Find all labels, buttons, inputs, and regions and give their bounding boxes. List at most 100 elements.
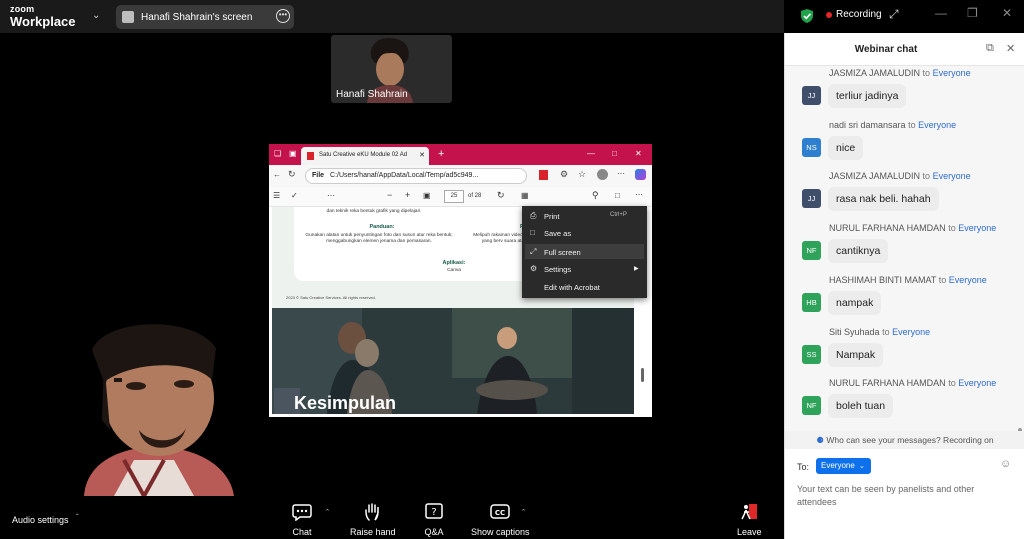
chat-button[interactable]: Chat [292,503,312,537]
audio-caret-icon[interactable]: ˆ [76,513,79,522]
message-bubble[interactable]: Nampak [828,342,884,367]
extensions-icon[interactable]: ⚙ [560,169,568,180]
menu-item-edit-acrobat[interactable]: Edit with Acrobat [544,283,600,292]
more-tools-icon[interactable]: ⋯ [327,191,335,200]
chevron-down-icon[interactable]: ⌄ [92,10,100,21]
chat-composer: To: Everyone ⌄ ☺ Your text can be seen b… [785,449,1024,539]
browser-tab[interactable]: Satu Creative eKU Module 02 Ad ✕ [301,147,429,165]
favorites-icon[interactable]: ☆ [578,169,586,180]
chat-message: JASMIZA JAMALUDIN to Everyone JJ terliur j… [785,68,1024,124]
browser-close-icon[interactable]: ✕ [635,149,642,158]
sender-name: nadi sri damansara [829,119,906,130]
page-number-input[interactable]: 25 [444,190,464,203]
settings-icon: ⚙ [530,264,538,273]
to-word: to [922,68,931,78]
emoji-icon[interactable]: ☺ [1000,458,1011,470]
tab-actions-icon[interactable]: ▣ [289,149,297,158]
rotate-icon[interactable]: ↻ [497,190,505,201]
browser-tab-bar: ❏ ▣ Satu Creative eKU Module 02 Ad ✕ + —… [269,144,652,165]
expand-icon[interactable]: ⤢ [889,7,899,22]
to-word: to [882,326,890,337]
menu-item-print[interactable]: Print [544,212,559,221]
recipient-dropdown[interactable]: Everyone ⌄ [816,458,871,474]
audio-settings-button[interactable]: Audio settings [12,515,69,525]
shield-icon[interactable] [800,8,814,24]
new-tab-icon[interactable]: + [438,148,444,160]
restore-icon[interactable]: ❐ [967,6,978,20]
draw-icon[interactable]: ✓ [291,191,298,200]
screen-share-label: Hanafi Shahrain's screen [141,11,253,23]
address-text: C:/Users/hanaf/AppData/Local/Temp/ad5c94… [330,172,479,179]
recording-indicator[interactable]: Recording [826,9,882,20]
chat-input[interactable]: Your text can be seen by panelists and o… [797,483,1007,509]
qa-button[interactable]: ? Q&A [424,503,444,537]
chat-caret-icon[interactable]: ˆ [326,508,329,518]
zoom-in-icon[interactable]: + [405,190,410,200]
message-header: HASHIMAH BINTI MAMAT to Everyone [829,275,987,285]
to-word: to [948,223,956,234]
acrobat-icon[interactable] [539,170,548,180]
who-can-see-link[interactable]: ⚈ Who can see your messages? Recording o… [785,431,1024,449]
menu-item-settings[interactable]: Settings [544,265,571,274]
to-word: to [922,171,931,182]
workspaces-icon[interactable]: ❏ [274,149,281,158]
avatar: NF [802,396,821,416]
message-bubble[interactable]: cantiknya [828,239,889,264]
address-input[interactable]: File C:/Users/hanaf/AppData/Local/Temp/a… [305,168,527,184]
captions-caret-icon[interactable]: ˆ [522,508,525,518]
zoom-out-icon[interactable]: − [387,190,392,200]
pdf-scrollbar[interactable] [641,368,644,382]
chat-message: nadi sri damansara to Everyone NS nice [785,120,1024,176]
pdf-context-menu: ⎙ Print Ctrl+P □ Save as ⤢ Full screen ⚙… [522,206,647,298]
contents-icon[interactable]: ☰ [273,191,280,200]
copilot-icon[interactable] [635,169,646,180]
raise-hand-button[interactable]: Raise hand [350,503,396,537]
refresh-icon[interactable]: ↻ [288,169,296,180]
search-icon[interactable]: ⚲ [592,190,599,201]
menu-item-save-as[interactable]: Save as [544,229,571,238]
chat-message: NURUL FARHANA HAMDAN to Everyone NF boleh … [785,378,1024,431]
tab-close-icon[interactable]: ✕ [419,151,425,159]
show-captions-button[interactable]: CC Show captions [471,503,530,537]
pop-out-icon[interactable]: ⧉ [986,42,994,55]
message-header: NURUL FARHANA HAMDAN to Everyone [829,378,996,388]
page-view-icon[interactable]: ▦ [521,191,529,200]
screen-share-pill[interactable]: Hanafi Shahrain's screen ••• [116,5,294,29]
participant-video-thumbnail[interactable]: Hanafi Shahrain [331,35,452,103]
browser-minimize-icon[interactable]: — [587,149,595,158]
submenu-arrow-icon: ▶ [634,266,639,272]
more-options-icon[interactable]: ••• [276,9,290,23]
save-pdf-icon[interactable]: □ [615,191,620,200]
pdf-more-icon[interactable]: ⋯ [635,190,643,199]
menu-item-full-screen[interactable]: Full screen [544,248,581,257]
sender-name: JASMIZA JAMALUDIN [829,171,921,182]
message-bubble[interactable]: nice [828,135,864,160]
leave-button[interactable]: Leave [737,503,762,537]
profile-avatar[interactable] [597,169,608,180]
slide-footer: 2023 © Satu Creative Services. All right… [286,295,376,300]
user-info-icon: ⚈ [816,435,824,445]
logo-line2: Workplace [10,14,76,29]
show-captions-label: Show captions [471,527,530,537]
message-bubble[interactable]: nampak [828,290,882,315]
qa-label: Q&A [424,527,444,537]
chat-message: Siti Syuhada to Everyone SS Nampak [785,327,1024,383]
sender-name: NURUL FARHANA HAMDAN [829,378,946,389]
chat-label: Chat [292,527,312,537]
close-window-icon[interactable]: ✕ [1002,6,1012,20]
close-chat-icon[interactable]: ✕ [1006,42,1015,55]
zoom-window: zoom Workplace ⌄ Hanafi Shahrain's scree… [0,0,1024,539]
message-bubble[interactable]: rasa nak beli. hahah [828,187,939,212]
to-word: to [948,378,956,389]
qa-icon: ? [425,503,443,519]
presenter-video[interactable] [44,320,264,496]
aplikasi-heading: Aplikasi: [442,260,466,266]
message-bubble[interactable]: boleh tuan [828,394,894,419]
browser-restore-icon[interactable]: □ [612,149,617,158]
fit-page-icon[interactable]: ▣ [423,191,431,200]
back-icon[interactable]: ← [273,170,281,179]
top-bar: zoom Workplace ⌄ Hanafi Shahrain's scree… [0,0,784,33]
browser-menu-icon[interactable]: ⋯ [617,169,625,178]
minimize-icon[interactable]: — [935,6,947,20]
message-bubble[interactable]: terliur jadinya [828,84,907,108]
